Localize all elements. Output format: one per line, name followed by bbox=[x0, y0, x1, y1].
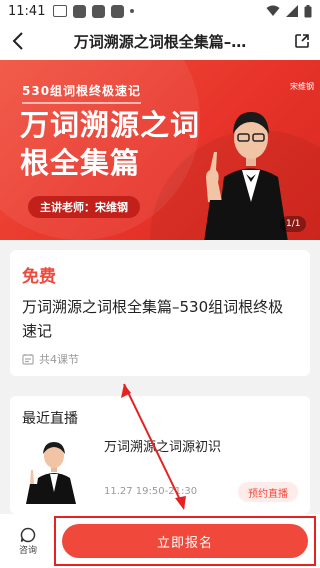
battery-icon bbox=[304, 4, 312, 17]
share-button[interactable] bbox=[284, 22, 320, 60]
course-banner[interactable]: 530组词根终极速记 万词溯源之词根全集篇 主讲老师：宋维钢 宋维钢 1/1 bbox=[0, 60, 320, 240]
share-icon bbox=[295, 34, 309, 48]
consult-button[interactable]: 咨询 bbox=[0, 527, 56, 556]
live-thumbnail bbox=[22, 434, 86, 504]
section-heading: 最近直播 bbox=[22, 411, 78, 427]
lesson-count-row: 共4课节 bbox=[22, 351, 298, 367]
more-dot-icon bbox=[130, 9, 135, 13]
bottom-action-bar: 咨询 立即报名 bbox=[0, 514, 320, 568]
price-label: 免费 bbox=[22, 267, 56, 287]
course-title: 万词溯源之词根全集篇–530组词根终极速记 bbox=[22, 298, 284, 340]
banner-page-counter: 1/1 bbox=[280, 216, 307, 232]
status-bar: 11:41 bbox=[0, 0, 320, 22]
banner-title: 万词溯源之词根全集篇 bbox=[20, 108, 201, 180]
chat-icon bbox=[20, 527, 36, 542]
status-time: 11:41 bbox=[8, 3, 46, 19]
nav-bar: 万词溯源之词根全集篇–… bbox=[0, 22, 320, 60]
banner-subtitle: 530组词根终极速记 bbox=[22, 82, 142, 104]
wifi-icon bbox=[266, 5, 280, 16]
live-time: 11.27 19:50-21:30 bbox=[104, 486, 198, 497]
teacher-name-tag: 宋维钢 bbox=[290, 82, 314, 91]
signup-button[interactable]: 立即报名 bbox=[62, 524, 308, 558]
signal-icon bbox=[286, 5, 298, 17]
image-icon bbox=[53, 5, 68, 17]
consult-label: 咨询 bbox=[18, 545, 37, 556]
app-icon bbox=[111, 4, 125, 18]
app-icon bbox=[73, 4, 87, 18]
back-arrow-icon bbox=[12, 32, 23, 50]
calendar-icon bbox=[22, 354, 34, 365]
recent-live-card: 最近直播 万词溯源之词源初识 11.27 19:50-21:30 预约直播 bbox=[10, 396, 310, 514]
live-item[interactable]: 万词溯源之词源初识 11.27 19:50-21:30 预约直播 bbox=[22, 434, 298, 504]
course-info-card: 免费 万词溯源之词根全集篇–530组词根终极速记 共4课节 bbox=[10, 250, 310, 376]
lesson-count: 共4课节 bbox=[39, 353, 79, 366]
live-title: 万词溯源之词源初识 bbox=[104, 440, 222, 455]
book-live-button[interactable]: 预约直播 bbox=[238, 482, 298, 502]
notification-icons bbox=[53, 4, 135, 18]
app-icon bbox=[92, 4, 106, 18]
back-button[interactable] bbox=[0, 22, 36, 60]
page-title: 万词溯源之词根全集篇–… bbox=[73, 32, 247, 51]
banner-teacher-label: 主讲老师：宋维钢 bbox=[28, 196, 140, 218]
